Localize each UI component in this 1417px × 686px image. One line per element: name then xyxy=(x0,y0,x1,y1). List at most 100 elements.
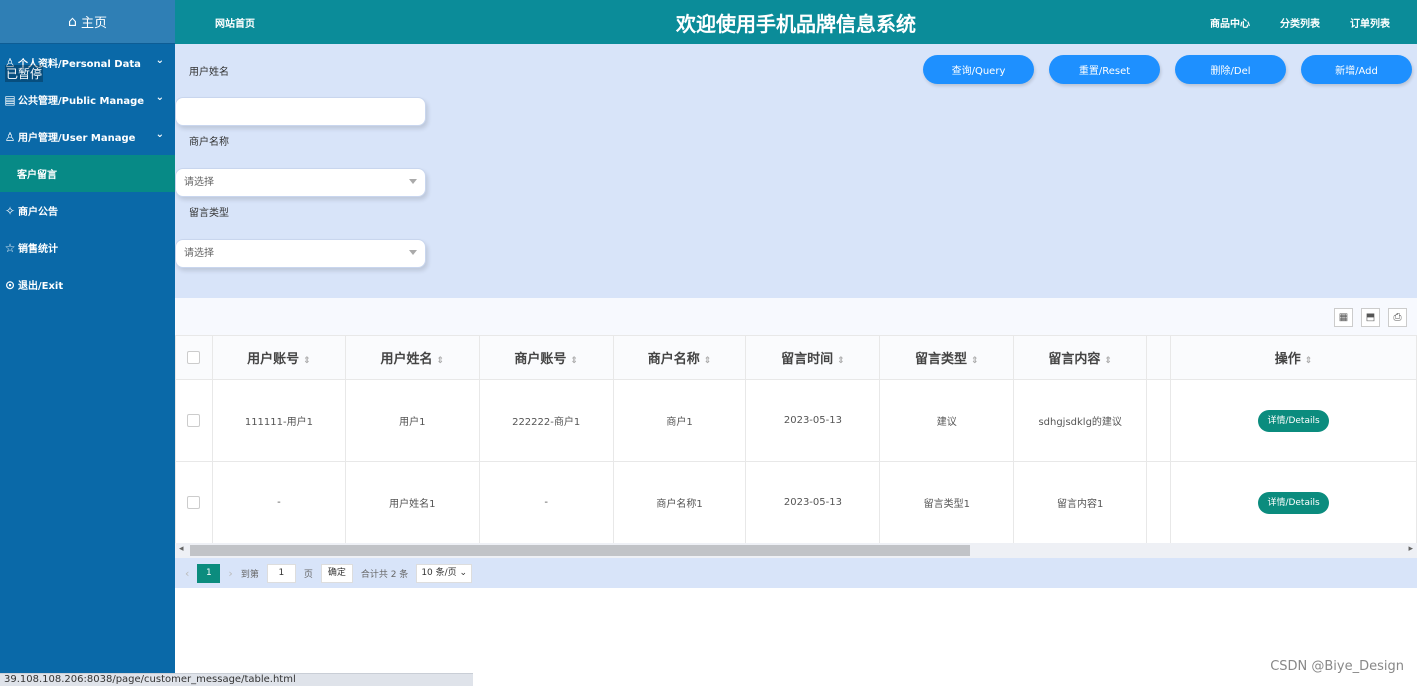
scrollbar-thumb[interactable] xyxy=(190,545,970,556)
goto-page-input[interactable]: 1 xyxy=(266,563,296,583)
table-cell: 商户1 xyxy=(612,379,747,462)
scroll-left-icon[interactable]: ◂ xyxy=(179,544,184,554)
total-count: 合计共 2 条 xyxy=(360,569,409,580)
nav-order-list[interactable]: 订单列表 xyxy=(1350,15,1390,30)
export-icon[interactable]: ⬒ xyxy=(1361,308,1380,327)
sidebar-item-customer-message[interactable]: 客户留言 xyxy=(0,155,175,192)
sort-icon[interactable]: ⇕ xyxy=(837,356,845,366)
sort-icon[interactable]: ⇕ xyxy=(303,356,311,366)
table-area: ▦ ⬒ ⎙ 用户账号 ⇕ 用户姓名 ⇕ 商户账号 ⇕ 商户名称 ⇕ 留言时间 ⇕ 留言类型… xyxy=(175,298,1417,588)
sidebar-item-label: 销售统计 xyxy=(18,244,58,255)
details-button[interactable]: 详情/Details xyxy=(1258,491,1329,514)
sidebar-item-sales-stats[interactable]: ☆ 销售统计 xyxy=(0,229,175,266)
merchant-name-select[interactable]: 请选择 xyxy=(175,168,426,197)
columns-icon[interactable]: ▦ xyxy=(1334,308,1353,327)
nav-product-center[interactable]: 商品中心 xyxy=(1210,15,1250,30)
dropdown-arrow-icon xyxy=(409,179,417,184)
user-icon: ♙ xyxy=(4,129,16,144)
row-checkbox[interactable] xyxy=(187,496,201,509)
sort-icon[interactable]: ⇕ xyxy=(1104,356,1112,366)
row-select-cell xyxy=(175,379,213,462)
table-cell-spacer xyxy=(1146,461,1172,544)
message-type-select[interactable]: 请选择 xyxy=(175,239,426,268)
col-header[interactable]: 留言类型 ⇕ xyxy=(879,335,1015,380)
col-header-label: 操作 xyxy=(1274,352,1301,367)
label-user-name: 用户姓名 xyxy=(189,67,229,78)
col-header[interactable]: 商户名称 ⇕ xyxy=(612,335,747,380)
sort-icon[interactable]: ⇕ xyxy=(570,356,578,366)
sort-icon[interactable]: ⇕ xyxy=(971,356,979,366)
select-all-checkbox[interactable] xyxy=(187,351,201,364)
col-header[interactable]: 用户账号 ⇕ xyxy=(211,335,346,380)
next-page-icon[interactable]: › xyxy=(228,567,232,580)
col-header[interactable]: 用户姓名 ⇕ xyxy=(344,335,480,380)
query-button[interactable]: 查询/Query xyxy=(923,55,1034,84)
header-nav: 商品中心 分类列表 订单列表 xyxy=(1210,15,1390,30)
sidebar-item-merchant-notice[interactable]: ✧ 商户公告 xyxy=(0,192,175,229)
delete-button[interactable]: 删除/Del xyxy=(1175,55,1286,84)
home-icon: ⌂ xyxy=(68,13,77,30)
sidebar-item-label: 退出/Exit xyxy=(18,281,64,292)
col-header[interactable]: 留言时间 ⇕ xyxy=(745,335,881,380)
table-cell: 商户名称1 xyxy=(612,461,747,544)
actions-cell: 详情/Details xyxy=(1170,461,1417,544)
prev-page-icon[interactable]: ‹ xyxy=(185,567,189,580)
table-cell: 建议 xyxy=(879,379,1015,462)
sidebar-item-user-manage[interactable]: ♙ 用户管理/User Manage ⌄ xyxy=(0,118,175,155)
chevron-down-icon: ⌄ xyxy=(459,567,468,578)
table-cell: 用户1 xyxy=(344,379,480,462)
sidebar-home[interactable]: ⌂ 主页 xyxy=(0,0,175,44)
sidebar-item-label: 公共管理/Public Manage xyxy=(18,96,145,107)
sort-icon[interactable]: ⇕ xyxy=(704,356,712,366)
select-placeholder: 请选择 xyxy=(184,248,214,259)
add-button[interactable]: 新增/Add xyxy=(1301,55,1412,84)
details-button[interactable]: 详情/Details xyxy=(1258,409,1329,432)
row-checkbox[interactable] xyxy=(187,414,201,427)
table-cell-spacer xyxy=(1146,379,1172,462)
sidebar-item-public-manage[interactable]: ▤ 公共管理/Public Manage ⌄ xyxy=(0,81,175,118)
header: 网站首页 欢迎使用手机品牌信息系统 商品中心 分类列表 订单列表 xyxy=(175,0,1417,44)
dropdown-arrow-icon xyxy=(409,250,417,255)
select-placeholder: 请选择 xyxy=(184,177,214,188)
table-cell: - xyxy=(478,461,614,544)
page-size-select[interactable]: 10 条/页 ⌄ xyxy=(416,563,473,583)
col-header-label: 留言时间 xyxy=(781,352,834,367)
table-cell: - xyxy=(211,461,346,544)
col-header-label: 留言类型 xyxy=(915,352,968,367)
page-size-value: 10 条/页 xyxy=(421,567,457,578)
handshake-icon: ✧ xyxy=(4,203,16,218)
table-toolbar: ▦ ⬒ ⎙ xyxy=(1334,308,1407,327)
nav-category-list[interactable]: 分类列表 xyxy=(1280,15,1320,30)
horizontal-scrollbar[interactable]: ◂ ▸ xyxy=(175,543,1417,558)
col-header[interactable]: 商户账号 ⇕ xyxy=(478,335,614,380)
current-page[interactable]: 1 xyxy=(197,563,221,583)
sidebar: ⌂ 主页 ♙ 个人资料/Personal Data ⌄ ▤ 公共管理/Publi… xyxy=(0,0,175,686)
col-header[interactable]: 留言内容 ⇕ xyxy=(1013,335,1148,380)
col-header-label: 商户名称 xyxy=(647,352,700,367)
reset-button[interactable]: 重置/Reset xyxy=(1049,55,1160,84)
label-merchant-name: 商户名称 xyxy=(189,137,229,148)
col-header[interactable]: 操作 ⇕ xyxy=(1170,335,1417,380)
sort-icon[interactable]: ⇕ xyxy=(1305,356,1313,366)
action-buttons: 查询/Query 重置/Reset 删除/Del 新增/Add xyxy=(923,55,1412,84)
sort-icon[interactable]: ⇕ xyxy=(437,356,445,366)
actions-cell: 详情/Details xyxy=(1170,379,1417,462)
table-cell: 2023-05-13 xyxy=(745,379,881,462)
scroll-right-icon[interactable]: ▸ xyxy=(1408,544,1413,554)
goto-confirm-button[interactable]: 确定 xyxy=(320,563,353,583)
select-all-cell xyxy=(175,335,213,380)
print-icon[interactable]: ⎙ xyxy=(1388,308,1407,327)
col-header-label: 商户账号 xyxy=(514,352,567,367)
sidebar-item-exit[interactable]: ⊙ 退出/Exit xyxy=(0,266,175,303)
sidebar-sub-label: 客户留言 xyxy=(17,170,57,181)
col-spacer xyxy=(1146,335,1172,380)
table-cell: 2023-05-13 xyxy=(745,461,881,544)
user-name-input[interactable] xyxy=(175,97,426,126)
paused-label: 已暂停 xyxy=(5,65,44,82)
table-row: 111111-用户1 用户1 222222-商户1 商户1 2023-05-13… xyxy=(175,379,1417,462)
pagination: ‹ 1 › 到第 1 页 确定 合计共 2 条 10 条/页 ⌄ xyxy=(175,558,1417,588)
chart-icon: ☆ xyxy=(4,240,16,255)
table-cell: 222222-商户1 xyxy=(478,379,614,462)
exit-icon: ⊙ xyxy=(4,277,16,292)
sidebar-item-label: 商户公告 xyxy=(18,207,58,218)
